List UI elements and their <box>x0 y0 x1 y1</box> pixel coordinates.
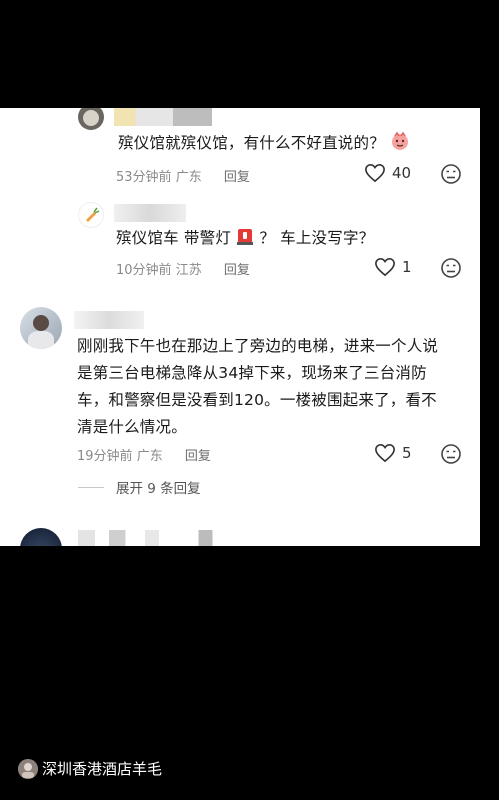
dislike-face-icon <box>441 164 461 184</box>
comment-text-line: 是第三台电梯急降从34掉下来，现场来了三台消防 <box>77 364 427 382</box>
comment-time: 10分钟前 <box>116 263 172 278</box>
username-blurred[interactable] <box>74 311 144 329</box>
heart-icon <box>365 163 385 183</box>
comment-panel: 殡仪馆就殡仪馆，有什么不好直说的？ 53分钟前 广东 回复 40 殡仪馆车 带警… <box>0 108 480 546</box>
reply-button[interactable]: 回复 <box>185 449 211 464</box>
comment-meta: 53分钟前 广东 回复 <box>116 166 250 185</box>
username-blurred[interactable] <box>114 204 186 222</box>
avatar[interactable] <box>78 108 104 130</box>
comment-text-line: 清是什么情况。 <box>77 418 187 436</box>
blushing-face-emoji-icon <box>390 131 410 160</box>
avatar[interactable] <box>20 528 62 546</box>
like-count: 5 <box>402 444 412 462</box>
comment-time: 19分钟前 <box>77 449 133 464</box>
comment-location: 广东 <box>175 170 202 185</box>
comment-text: 殡仪馆车 带警灯 ？ 车上没写字？ <box>116 225 374 255</box>
comment-text-content: 殡仪馆车 带警灯 <box>116 229 232 247</box>
username-blurred[interactable] <box>78 530 218 546</box>
expand-replies-button[interactable]: 展开 9 条回复 <box>78 477 201 497</box>
comment-text: 殡仪馆就殡仪馆，有什么不好直说的？ <box>118 130 410 160</box>
heart-icon <box>375 443 395 463</box>
comment-meta: 10分钟前 江苏 回复 <box>116 259 250 278</box>
comment-location: 江苏 <box>175 263 202 278</box>
like-button[interactable]: 1 <box>374 257 412 277</box>
comment-text: 刚刚我下午也在那边上了旁边的电梯，进来一个人说 是第三台电梯急降从34掉下来，现… <box>77 333 477 441</box>
police-light-emoji-icon <box>236 226 254 255</box>
comment-text-content: 殡仪馆就殡仪馆，有什么不好直说的？ <box>118 134 385 152</box>
comment-meta: 19分钟前 广东 回复 <box>77 445 211 464</box>
watermark-avatar-icon <box>18 758 38 779</box>
comment-location: 广东 <box>136 449 163 464</box>
comment-time: 53分钟前 <box>116 170 172 185</box>
like-button[interactable]: 5 <box>374 443 412 463</box>
dislike-face-icon <box>441 444 461 464</box>
avatar[interactable] <box>78 202 104 228</box>
reply-button[interactable]: 回复 <box>224 170 250 185</box>
username-blurred[interactable] <box>114 108 212 126</box>
like-button[interactable]: 40 <box>364 163 411 183</box>
dislike-button[interactable] <box>440 257 462 283</box>
expand-replies-label: 展开 9 条回复 <box>116 481 201 497</box>
avatar[interactable] <box>20 307 62 349</box>
dislike-button[interactable] <box>440 163 462 189</box>
comment-text-line: 车，和警察但是没看到120。一楼被围起来了，看不 <box>77 391 437 409</box>
dislike-face-icon <box>441 258 461 278</box>
watermark: 深圳香港酒店羊毛 <box>18 758 162 779</box>
reply-button[interactable]: 回复 <box>224 263 250 278</box>
like-count: 1 <box>402 258 412 276</box>
dislike-button[interactable] <box>440 443 462 469</box>
like-count: 40 <box>392 164 412 182</box>
watermark-text: 深圳香港酒店羊毛 <box>42 760 163 778</box>
carrot-icon <box>86 207 100 222</box>
divider <box>78 486 104 488</box>
heart-icon <box>375 257 395 277</box>
comment-text-content: ？ 车上没写字？ <box>259 229 375 247</box>
comment-text-line: 刚刚我下午也在那边上了旁边的电梯，进来一个人说 <box>77 337 439 355</box>
